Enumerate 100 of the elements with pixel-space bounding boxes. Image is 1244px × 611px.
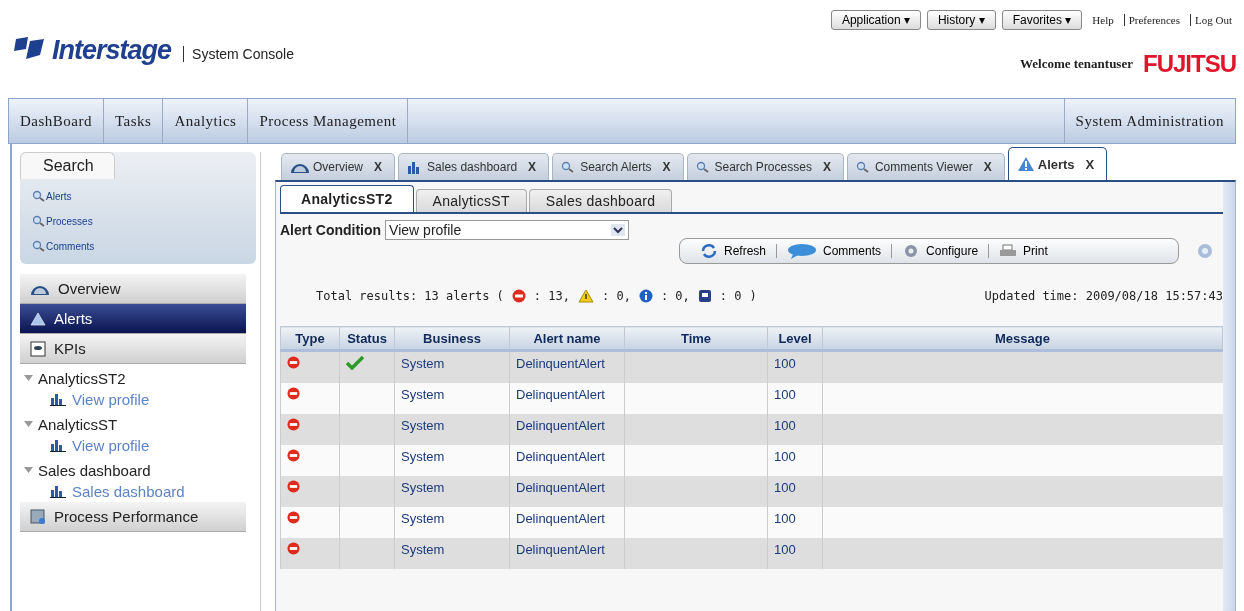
summary-text: Total results: 13 alerts ( [316, 289, 504, 303]
search-link[interactable]: Comments [20, 229, 256, 254]
column-header[interactable]: Alert name [509, 326, 625, 351]
table-cell: DelinquentAlert [516, 480, 605, 495]
tree-group[interactable]: Sales dashboard [24, 460, 256, 480]
error-icon [287, 542, 300, 555]
search-link[interactable]: Processes [20, 204, 256, 229]
table-cell: DelinquentAlert [516, 511, 605, 526]
refresh-icon [700, 243, 718, 259]
sidebar-item[interactable]: KPIs [20, 334, 246, 364]
table-cell: System [401, 480, 445, 495]
error-icon [287, 449, 300, 462]
tree-link[interactable]: View profile [24, 388, 256, 410]
header-link[interactable]: Preferences [1123, 14, 1184, 26]
table-cell: 100 [774, 449, 796, 464]
expand-arrow-icon[interactable] [24, 466, 33, 474]
error-icon [287, 418, 300, 431]
app-subtitle: System Console [183, 46, 294, 62]
tab[interactable]: Search Alerts X [552, 153, 684, 180]
table-cell: System [401, 449, 445, 464]
table-cell: System [401, 387, 445, 402]
menu-button[interactable]: History ▾ [926, 10, 996, 30]
sub-tab[interactable]: AnalyticsST2 [280, 185, 414, 212]
nav-item[interactable]: Analytics [163, 99, 249, 143]
tab[interactable]: Search Processes X [686, 153, 844, 180]
scrollbar[interactable] [1223, 182, 1235, 611]
column-header[interactable]: Status [339, 326, 395, 351]
table-cell: 100 [774, 418, 796, 433]
bar-chart-icon [50, 484, 67, 498]
search-icon [32, 240, 46, 252]
toolbar-button[interactable]: Print [989, 244, 1058, 258]
table-cell: DelinquentAlert [516, 542, 605, 557]
column-header[interactable]: Level [767, 326, 823, 351]
tree-group[interactable]: AnalyticsST [24, 414, 256, 434]
tab[interactable]: Alerts X [1007, 147, 1108, 180]
bar-chart-icon [50, 392, 67, 406]
printer-icon [999, 244, 1018, 258]
nav-item[interactable]: Process Management [248, 99, 409, 143]
updated-time: Updated time: 2009/08/18 15:57:43 [984, 289, 1223, 303]
column-header[interactable]: Message [822, 326, 1223, 351]
table-cell: DelinquentAlert [516, 449, 605, 464]
help-icon[interactable] [1197, 243, 1213, 259]
welcome-text: Welcome tenantuser [1019, 56, 1133, 72]
menu-button[interactable]: Application ▾ [830, 10, 921, 30]
kpi-icon [30, 340, 46, 357]
error-icon [511, 289, 526, 303]
expand-arrow-icon[interactable] [24, 420, 33, 428]
nav-item[interactable]: System Administration [1063, 99, 1235, 143]
table-cell: DelinquentAlert [516, 387, 605, 402]
condition-dropdown[interactable]: View profile [385, 220, 630, 240]
table-cell: System [401, 542, 445, 557]
error-icon [287, 356, 300, 369]
tree-group[interactable]: AnalyticsST2 [24, 368, 256, 388]
table-cell: 100 [774, 542, 796, 557]
dropdown-arrow-icon[interactable] [611, 224, 626, 236]
warning-icon [577, 289, 594, 303]
status-icon [697, 289, 712, 303]
search-tab[interactable]: Search [20, 152, 115, 179]
tab[interactable]: Sales dashboard X [398, 153, 550, 180]
header-link[interactable]: Log Out [1190, 14, 1236, 26]
toolbar-button[interactable]: Refresh [690, 243, 777, 259]
table-cell: System [401, 418, 445, 433]
count-text: : 13, [533, 289, 570, 303]
table-cell: 100 [774, 511, 796, 526]
tree-link[interactable]: View profile [24, 434, 256, 456]
count-text: : 0 [719, 289, 742, 303]
tree-link[interactable]: Sales dashboard [24, 480, 256, 502]
table-cell: DelinquentAlert [516, 418, 605, 433]
warning-icon [1016, 156, 1035, 172]
header-link[interactable]: Help [1088, 14, 1118, 26]
summary-text: ) [749, 289, 757, 303]
check-icon [346, 356, 364, 370]
sidebar-item[interactable]: Overview [20, 274, 246, 304]
tab[interactable]: Comments Viewer X [846, 153, 1005, 180]
column-header[interactable]: Type [280, 326, 340, 351]
gauge-icon [290, 161, 310, 173]
count-text: : 0, [660, 289, 690, 303]
search-link[interactable]: Alerts [20, 179, 256, 204]
tab[interactable]: Overview X [281, 153, 396, 180]
field-label: Alert Condition [280, 222, 382, 238]
toolbar-button[interactable]: Comments [777, 243, 892, 259]
warning-icon [30, 311, 46, 326]
column-header[interactable]: Time [624, 326, 768, 351]
error-icon [287, 480, 300, 493]
count-text: : 0, [601, 289, 631, 303]
error-icon [287, 387, 300, 400]
sidebar-item[interactable]: Alerts [20, 304, 246, 334]
sub-tab[interactable]: AnalyticsST [415, 189, 527, 212]
toolbar-button[interactable]: Configure [892, 243, 989, 259]
expand-arrow-icon[interactable] [24, 374, 33, 382]
column-header[interactable]: Business [394, 326, 510, 351]
sub-tab[interactable]: Sales dashboard [528, 189, 673, 212]
nav-item[interactable]: Tasks [104, 99, 164, 143]
table-cell: System [401, 511, 445, 526]
bar-chart-icon [50, 438, 67, 452]
sidebar-item[interactable]: Process Performance [20, 502, 246, 532]
nav-item[interactable]: DashBoard [9, 99, 104, 143]
menu-button[interactable]: Favorites ▾ [1001, 10, 1083, 30]
logo-text: Interstage [52, 34, 172, 66]
info-icon [638, 289, 653, 303]
